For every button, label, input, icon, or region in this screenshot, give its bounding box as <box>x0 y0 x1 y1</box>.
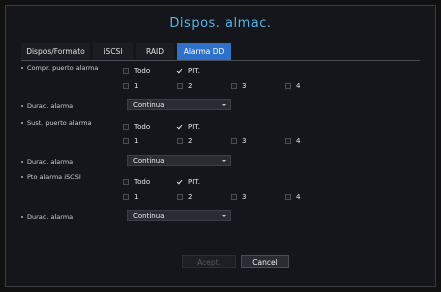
check-icon <box>177 68 183 74</box>
tab-device-format[interactable]: Dispos/Formato <box>21 43 90 60</box>
dialog-title: Dispos. almac. <box>169 16 272 31</box>
checkbox-label: 3 <box>242 137 247 145</box>
checkbox-box <box>231 194 237 200</box>
checkbox-box <box>123 83 129 89</box>
checkbox-label: 2 <box>188 137 193 145</box>
section-label-text: Pto alarma iSCSI <box>27 173 81 181</box>
checkbox-box <box>177 194 183 200</box>
checkbox-label: 1 <box>134 137 139 145</box>
accept-button: Acept. <box>182 255 236 268</box>
checkbox-box <box>123 138 129 144</box>
tab-raid[interactable]: RAID <box>136 43 174 60</box>
duration-label-1: Durac. alarma <box>21 102 74 110</box>
cancel-button[interactable]: Cancel <box>241 255 289 268</box>
select-value: Continua <box>133 212 165 220</box>
section-label-text: Compr. puerto alarma <box>27 64 99 72</box>
checkbox-label: 3 <box>242 82 247 90</box>
checkbox-box <box>177 138 183 144</box>
storage-dialog: Dispos. almac. Dispos/Formato iSCSI RAID… <box>5 5 436 287</box>
duration-select-1[interactable]: Continua <box>127 99 231 110</box>
section-label-replace-alarm-port: Sust. puerto alarma <box>21 119 92 127</box>
checkbox-box <box>231 138 237 144</box>
section-label-iscsi-alarm-port: Pto alarma iSCSI <box>21 173 81 181</box>
checkbox-box <box>285 83 291 89</box>
chevron-down-icon <box>222 104 226 106</box>
bullet-icon <box>21 122 23 124</box>
check-icon <box>177 179 183 185</box>
section-label-text: Sust. puerto alarma <box>27 119 92 127</box>
checkbox-label: 4 <box>296 193 301 201</box>
check-icon <box>177 124 183 130</box>
checkbox-box <box>231 83 237 89</box>
duration-label-3: Durac. alarma <box>21 213 74 221</box>
checkbox-box <box>285 138 291 144</box>
chevron-down-icon <box>222 160 226 162</box>
bullet-icon <box>21 161 23 163</box>
section-label-check-alarm-port: Compr. puerto alarma <box>21 64 99 72</box>
duration-label-2: Durac. alarma <box>21 158 74 166</box>
checkbox-label: 4 <box>296 82 301 90</box>
checkbox-label: 2 <box>188 82 193 90</box>
select-value: Continua <box>133 101 165 109</box>
duration-label-text: Durac. alarma <box>27 102 74 110</box>
checkbox-label: 1 <box>134 193 139 201</box>
duration-select-2[interactable]: Continua <box>127 155 231 166</box>
checkbox-label: Todo <box>134 67 151 75</box>
bullet-icon <box>21 176 23 178</box>
duration-label-text: Durac. alarma <box>27 213 74 221</box>
bullet-icon <box>21 105 23 107</box>
checkbox-box <box>123 68 129 74</box>
checkbox-label: PIT. <box>188 67 200 75</box>
checkbox-label: 4 <box>296 137 301 145</box>
checkbox-box <box>123 124 129 130</box>
checkbox-box <box>123 179 129 185</box>
checkbox-box <box>285 194 291 200</box>
duration-label-text: Durac. alarma <box>27 158 74 166</box>
tab-bar: Dispos/Formato iSCSI RAID Alarma DD <box>21 43 420 61</box>
select-value: Continua <box>133 157 165 165</box>
checkbox-label: Todo <box>134 178 151 186</box>
checkbox-label: 3 <box>242 193 247 201</box>
checkbox-box <box>123 194 129 200</box>
checkbox-label: 1 <box>134 82 139 90</box>
checkbox-box <box>177 83 183 89</box>
chevron-down-icon <box>222 215 226 217</box>
duration-select-3[interactable]: Continua <box>127 210 231 221</box>
checkbox-label: PIT. <box>188 178 200 186</box>
checkbox-label: PIT. <box>188 123 200 131</box>
tab-hdd-alarm[interactable]: Alarma DD <box>177 43 231 60</box>
bullet-icon <box>21 67 23 69</box>
tab-iscsi[interactable]: iSCSI <box>93 43 133 60</box>
bullet-icon <box>21 216 23 218</box>
checkbox-label: Todo <box>134 123 151 131</box>
checkbox-label: 2 <box>188 193 193 201</box>
